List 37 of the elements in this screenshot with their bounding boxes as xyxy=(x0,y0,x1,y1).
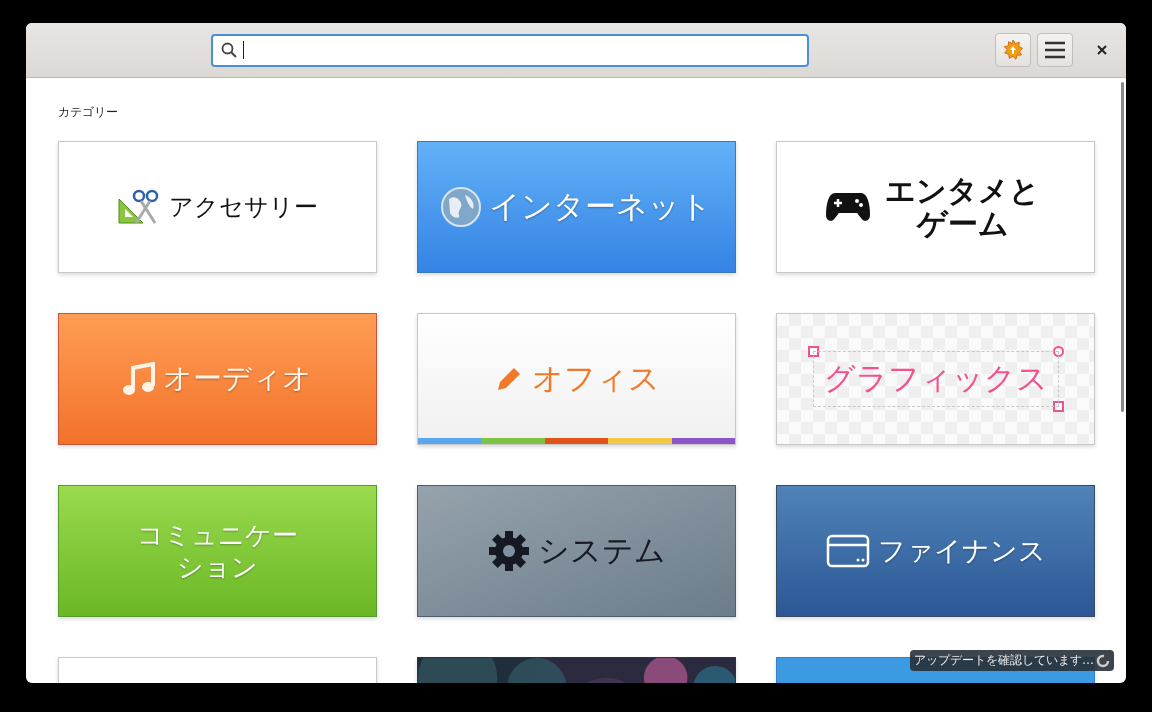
status-text: アップデートを確認しています… xyxy=(914,652,1094,669)
search-field[interactable] xyxy=(211,33,809,67)
credit-card-icon xyxy=(825,534,870,568)
resize-handle[interactable] xyxy=(1052,401,1064,412)
category-label: オフィス xyxy=(531,359,660,398)
category-label: システム xyxy=(537,531,666,570)
close-icon xyxy=(1097,45,1107,55)
category-label: エンタメとゲーム xyxy=(884,174,1041,240)
starburst-icon xyxy=(1003,40,1023,60)
section-title: カテゴリー xyxy=(58,104,119,121)
globe-icon xyxy=(441,187,481,227)
category-tile[interactable]: グラフィックス xyxy=(776,313,1095,445)
spinner-icon xyxy=(1096,653,1110,668)
menu-icon xyxy=(1044,41,1066,59)
menu-button[interactable] xyxy=(1037,33,1073,67)
music-note-icon xyxy=(123,362,155,396)
category-label: オーディオ xyxy=(163,360,312,397)
category-tile[interactable]: エンタメとゲーム xyxy=(776,141,1095,273)
category-tile[interactable]: コミュニケーション xyxy=(58,485,377,617)
rotate-handle[interactable] xyxy=(1052,346,1064,357)
resize-handle[interactable] xyxy=(807,346,819,357)
category-label: アクセサリー xyxy=(169,192,318,223)
category-label: コミュニケーション xyxy=(136,518,299,584)
category-tile[interactable]: オーディオ xyxy=(58,313,377,445)
gear-icon xyxy=(487,530,530,572)
category-tile[interactable]: ファイナンス xyxy=(776,485,1095,617)
updates-button[interactable] xyxy=(995,33,1031,67)
ruler-scissors-icon xyxy=(117,189,161,225)
category-tile[interactable]: インターネット xyxy=(417,141,736,273)
category-label: インターネット xyxy=(489,187,712,226)
category-label: ファイナンス xyxy=(877,534,1046,568)
gamepad-icon xyxy=(824,190,871,224)
category-tile[interactable]: アクセサリー xyxy=(58,141,377,273)
category-label: グラフィックス xyxy=(812,351,1059,407)
search-icon xyxy=(221,42,237,58)
category-tile[interactable]: システム xyxy=(417,485,736,617)
category-tile[interactable]: オフィス xyxy=(417,313,736,445)
